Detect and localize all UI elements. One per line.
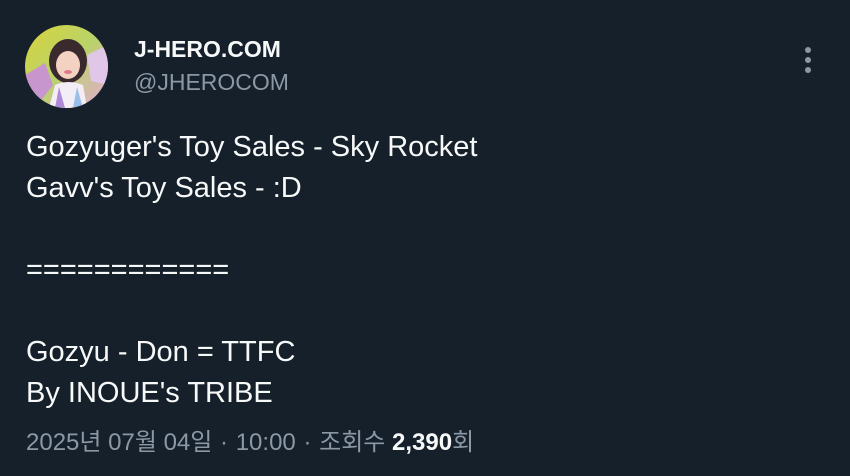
post-line <box>26 209 826 250</box>
post-line: Gavv's Toy Sales - :D <box>26 172 302 204</box>
profile-photo <box>25 25 108 108</box>
author-handle[interactable]: @JHEROCOM <box>134 68 289 96</box>
post-date[interactable]: 2025년 07월 04일 <box>26 429 212 456</box>
post-line: Gozyuger's Toy Sales - Sky Rocket <box>26 131 478 163</box>
post-line: By INOUE's TRIBE <box>26 377 273 409</box>
post-meta: 2025년 07월 04일 · 10:00 · 조회수 2,390회 <box>26 426 474 460</box>
separator: · <box>303 429 312 456</box>
post-line: ============ <box>26 254 230 286</box>
avatar[interactable] <box>25 25 108 108</box>
more-vertical-icon <box>805 47 811 73</box>
post-time[interactable]: 10:00 <box>236 429 296 456</box>
author-display-name[interactable]: J-HERO.COM <box>134 35 281 63</box>
views-label: 조회수 <box>319 429 386 456</box>
more-options-button[interactable] <box>794 42 822 78</box>
separator: · <box>220 429 229 456</box>
views-suffix: 회 <box>452 429 475 456</box>
post-line <box>26 291 826 332</box>
post-text: Gozyuger's Toy Sales - Sky Rocket Gavv's… <box>26 127 826 414</box>
views-count: 2,390 <box>392 429 453 456</box>
post-line: Gozyu - Don = TTFC <box>26 336 296 368</box>
